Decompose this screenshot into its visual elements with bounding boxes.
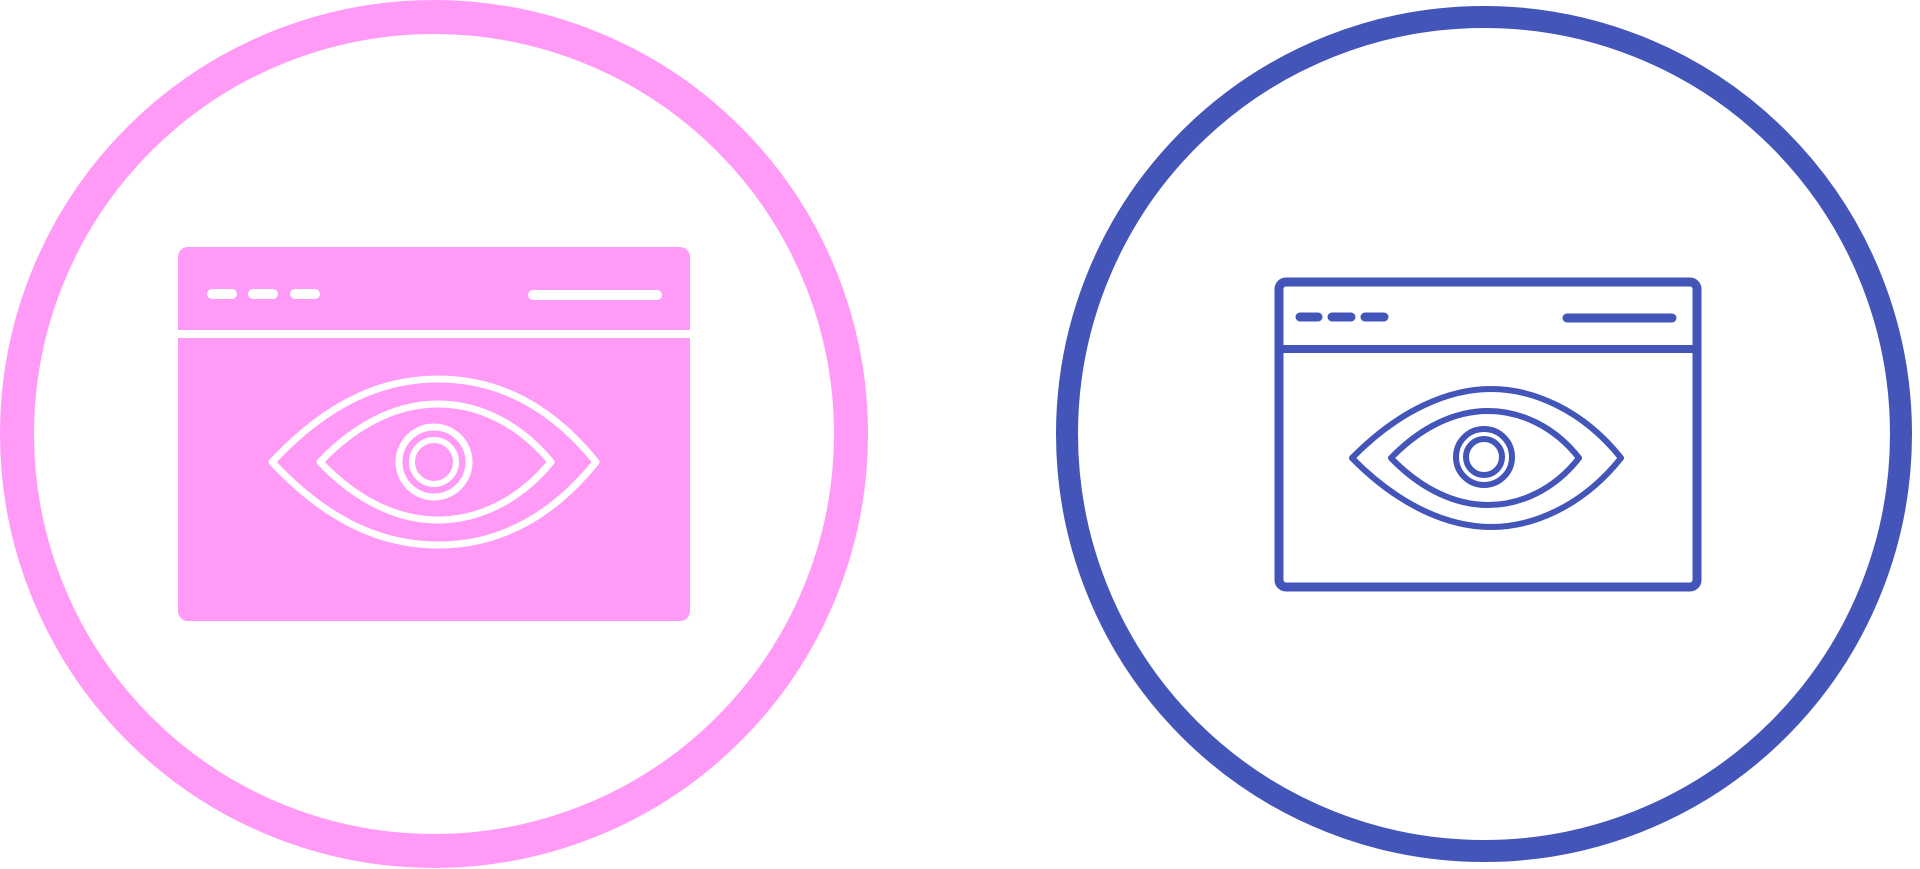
eye-inner-outline: [1388, 408, 1582, 508]
icon-set: [0, 0, 1920, 869]
browser-eye-glyph-badge: [0, 0, 869, 869]
browser-eye-line-badge: [1050, 0, 1919, 869]
eye-pupil: [1463, 436, 1505, 478]
browser-eye-line-icon: [1056, 6, 1912, 862]
badge-ring: [1056, 6, 1912, 862]
browser-eye-glyph-icon: [0, 0, 868, 868]
browser-window: [178, 247, 690, 621]
browser-window-outline: [1274, 277, 1702, 592]
